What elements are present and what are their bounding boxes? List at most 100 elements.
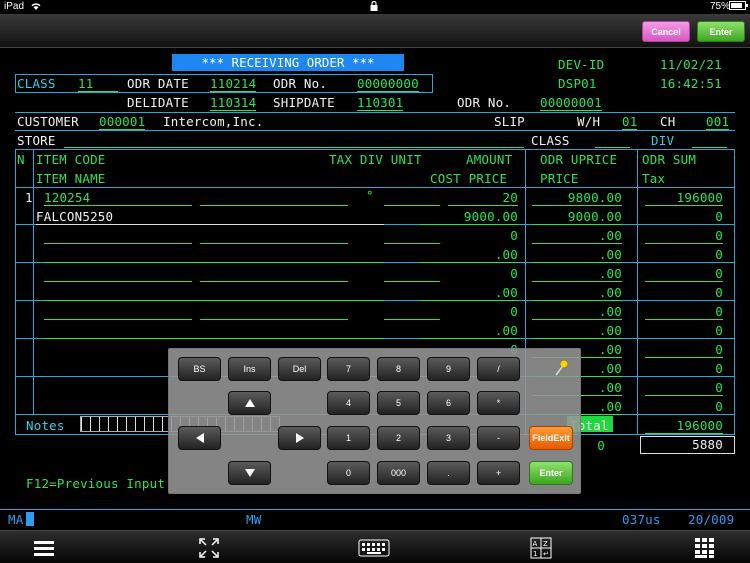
header-box-bottom bbox=[15, 92, 433, 93]
fullscreen-icon[interactable] bbox=[198, 537, 220, 559]
row4-tax: 0 bbox=[715, 323, 723, 338]
row2-field[interactable] bbox=[200, 243, 348, 244]
key-7[interactable]: 7 bbox=[327, 357, 370, 381]
store-field[interactable] bbox=[64, 147, 524, 148]
key-1[interactable]: 1 bbox=[327, 426, 370, 450]
row3-unit[interactable] bbox=[384, 281, 440, 282]
numpad-icon[interactable] bbox=[694, 537, 716, 559]
row3-item-code[interactable] bbox=[44, 281, 192, 282]
key-plus[interactable]: + bbox=[477, 461, 520, 485]
row3-price[interactable]: .00 bbox=[532, 286, 622, 301]
function-keys-icon[interactable]: A Z 1 ↵ bbox=[530, 537, 552, 559]
key-3[interactable]: 3 bbox=[427, 426, 470, 450]
row2-item-code[interactable] bbox=[44, 243, 192, 244]
row2-odr-uprice[interactable]: .00 bbox=[532, 229, 622, 244]
row3-odr-uprice[interactable]: .00 bbox=[532, 267, 622, 282]
key-slash[interactable]: / bbox=[477, 357, 520, 381]
row1-unit-field[interactable] bbox=[384, 205, 440, 206]
pin-icon[interactable] bbox=[554, 359, 570, 377]
class-label: CLASS bbox=[17, 76, 56, 91]
key-8[interactable]: 8 bbox=[377, 357, 420, 381]
odr-date-field[interactable]: 110214 bbox=[210, 77, 257, 92]
row4-price[interactable]: .00 bbox=[532, 324, 622, 339]
div-field[interactable] bbox=[692, 147, 727, 148]
key-6[interactable]: 6 bbox=[427, 391, 470, 415]
row1-amount[interactable]: 20 bbox=[448, 191, 518, 206]
key-9[interactable]: 9 bbox=[427, 357, 470, 381]
ch-field[interactable]: 001 bbox=[706, 115, 730, 130]
svg-text:Z: Z bbox=[543, 540, 548, 548]
row1-price[interactable]: 9000.00 bbox=[532, 210, 622, 225]
col-item-code: ITEM CODE bbox=[36, 152, 106, 167]
shipdate-label: SHIPDATE bbox=[273, 95, 335, 110]
row4-amount[interactable]: 0 bbox=[448, 305, 518, 319]
row1-field-blank[interactable] bbox=[200, 205, 348, 206]
system-time: 16:42:51 bbox=[660, 76, 722, 91]
total-value: 196000 bbox=[645, 419, 723, 434]
row2-amount[interactable]: 0 bbox=[448, 229, 518, 243]
odr-no2-field[interactable]: 00000001 bbox=[540, 96, 602, 111]
customer-name: Intercom,Inc. bbox=[163, 114, 264, 129]
field-exit-key[interactable]: FieldExit bbox=[529, 426, 573, 450]
row3-amount[interactable]: 0 bbox=[448, 267, 518, 281]
arrow-right-key[interactable] bbox=[278, 426, 321, 450]
row6-tax: 0 bbox=[715, 399, 723, 414]
row4-item-code[interactable] bbox=[44, 319, 192, 320]
wh-field[interactable]: 01 bbox=[622, 115, 638, 130]
row3-odr-sum: 0 bbox=[645, 267, 723, 282]
row4-field[interactable] bbox=[200, 319, 348, 320]
arrow-left-icon bbox=[195, 433, 204, 443]
col-cost-price: COST PRICE bbox=[430, 171, 508, 186]
row4-cost-price[interactable]: .00 bbox=[420, 324, 518, 339]
key-5[interactable]: 5 bbox=[377, 391, 420, 415]
key-0[interactable]: 0 bbox=[327, 461, 370, 485]
row4-odr-uprice[interactable]: .00 bbox=[532, 305, 622, 320]
arrow-down-key[interactable] bbox=[228, 461, 271, 485]
notes-label: Notes bbox=[26, 418, 65, 433]
key-dot[interactable]: . bbox=[427, 461, 470, 485]
class-field[interactable]: 11 bbox=[78, 77, 118, 92]
row2-cost-price[interactable]: .00 bbox=[420, 248, 518, 263]
class2-field[interactable] bbox=[595, 147, 630, 148]
arrow-up-key[interactable] bbox=[228, 391, 271, 415]
row4-item-name[interactable] bbox=[44, 338, 384, 339]
customer-code-field[interactable]: 000001 bbox=[99, 115, 146, 130]
row2-unit[interactable] bbox=[384, 243, 440, 244]
row3-item-name[interactable] bbox=[44, 300, 384, 301]
key-000[interactable]: 000 bbox=[377, 461, 420, 485]
keypad-enter-key[interactable]: Enter bbox=[529, 461, 573, 485]
row6-odr-sum: 0 bbox=[645, 381, 723, 396]
key-4[interactable]: 4 bbox=[327, 391, 370, 415]
shipdate-field[interactable]: 110301 bbox=[357, 96, 404, 111]
footer-mw: MW bbox=[246, 512, 262, 527]
row2-price[interactable]: .00 bbox=[532, 248, 622, 263]
row4-unit[interactable] bbox=[384, 319, 440, 320]
key-star[interactable]: * bbox=[477, 391, 520, 415]
bs-key[interactable]: BS bbox=[178, 357, 221, 381]
menu-icon[interactable] bbox=[33, 537, 55, 559]
row2-item-name[interactable] bbox=[44, 262, 384, 263]
row1-tax: 0 bbox=[715, 209, 723, 224]
keyboard-icon[interactable] bbox=[358, 537, 390, 559]
key-2[interactable]: 2 bbox=[377, 426, 420, 450]
row1-item-code[interactable]: 120254 bbox=[44, 191, 192, 206]
cancel-button[interactable]: Cancel bbox=[642, 21, 690, 42]
customer-label: CUSTOMER bbox=[17, 114, 79, 129]
odr-no-field[interactable]: 00000000 bbox=[357, 77, 419, 92]
arrow-right-icon bbox=[295, 433, 304, 443]
row1-odr-uprice[interactable]: 9800.00 bbox=[532, 191, 622, 206]
divider bbox=[33, 149, 34, 414]
key-minus[interactable]: - bbox=[477, 426, 520, 450]
row3-cost-price[interactable]: .00 bbox=[420, 286, 518, 301]
ins-key[interactable]: Ins bbox=[228, 357, 271, 381]
enter-button[interactable]: Enter bbox=[697, 21, 745, 42]
row1-cost-price[interactable]: 9000.00 bbox=[420, 210, 518, 225]
row3-field[interactable] bbox=[200, 281, 348, 282]
odr-no2-label: ODR No. bbox=[457, 95, 512, 110]
system-date: 11/02/21 bbox=[660, 57, 722, 72]
del-key[interactable]: Del bbox=[278, 357, 321, 381]
delidate-field[interactable]: 110314 bbox=[210, 96, 257, 111]
col-amount: AMOUNT bbox=[466, 152, 513, 167]
divider bbox=[15, 130, 735, 131]
arrow-left-key[interactable] bbox=[178, 426, 221, 450]
